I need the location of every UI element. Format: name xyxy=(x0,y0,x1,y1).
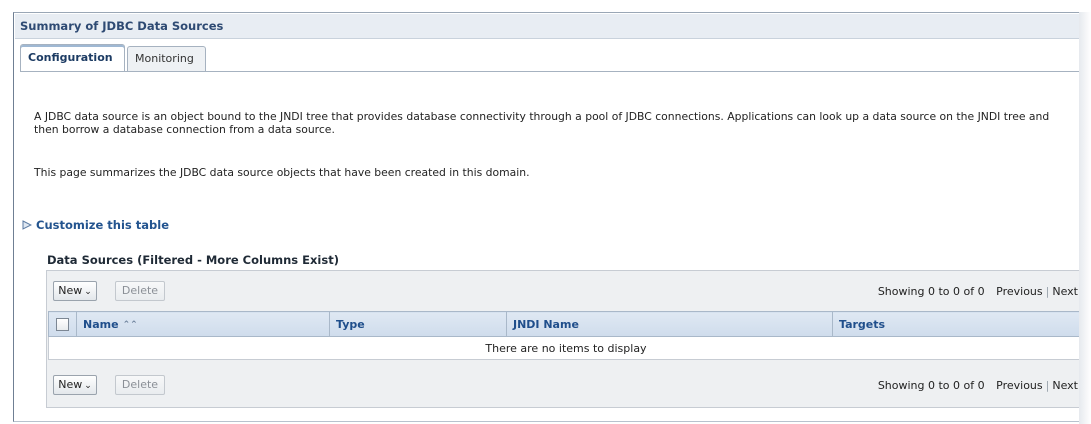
tab-monitoring[interactable]: Monitoring xyxy=(127,46,206,72)
chevron-down-icon: ⌄ xyxy=(84,287,92,297)
column-label-name: Name xyxy=(83,317,119,331)
new-button-top[interactable]: New ⌄ xyxy=(53,281,97,301)
panel-edge-shadow xyxy=(1079,12,1091,424)
table-title: Data Sources (Filtered - More Columns Ex… xyxy=(47,253,339,267)
customize-table-label: Customize this table xyxy=(36,218,169,232)
tab-divider xyxy=(20,71,1084,72)
column-header-jndi-name[interactable]: JNDI Name xyxy=(506,311,833,337)
pager-separator: | xyxy=(1045,285,1050,298)
tab-configuration[interactable]: Configuration xyxy=(20,44,125,72)
sort-ascending-icon: ⌃⌃ xyxy=(122,319,138,330)
data-sources-table-container: New ⌄ Delete Showing 0 to 0 of 0 Previous… xyxy=(46,270,1086,408)
panel-title: Summary of JDBC Data Sources xyxy=(20,19,224,33)
new-button-bottom[interactable]: New ⌄ xyxy=(53,375,97,395)
new-button-label: New xyxy=(58,284,83,297)
showing-count: Showing 0 to 0 of 0 xyxy=(877,379,985,392)
select-all-cell xyxy=(48,311,77,337)
column-header-targets[interactable]: Targets xyxy=(832,311,1084,337)
data-sources-table: Name ⌃⌃ Type JNDI Name Targets There are … xyxy=(48,311,1084,360)
showing-count: Showing 0 to 0 of 0 xyxy=(877,285,985,298)
delete-button-top[interactable]: Delete xyxy=(115,281,165,301)
expand-triangle-icon xyxy=(22,220,32,230)
pager-separator: | xyxy=(1045,379,1050,392)
next-link[interactable]: Next xyxy=(1052,379,1078,392)
customize-table-link[interactable]: Customize this table xyxy=(22,218,169,232)
pagination-top: Showing 0 to 0 of 0 Previous | Next xyxy=(878,285,1078,298)
delete-button-bottom[interactable]: Delete xyxy=(115,375,165,395)
column-header-type[interactable]: Type xyxy=(329,311,507,337)
summary-paragraph: This page summarizes the JDBC data sourc… xyxy=(34,166,530,179)
next-link[interactable]: Next xyxy=(1052,285,1078,298)
pagination-bottom: Showing 0 to 0 of 0 Previous | Next xyxy=(878,379,1078,392)
previous-link[interactable]: Previous xyxy=(996,285,1043,298)
table-header-row: Name ⌃⌃ Type JNDI Name Targets xyxy=(48,311,1084,337)
empty-message: There are no items to display xyxy=(48,336,1084,360)
previous-link[interactable]: Previous xyxy=(996,379,1043,392)
new-button-label: New xyxy=(58,378,83,391)
column-header-name[interactable]: Name ⌃⌃ xyxy=(76,311,330,337)
description-paragraph: A JDBC data source is an object bound to… xyxy=(34,110,1050,136)
table-row: There are no items to display xyxy=(48,336,1084,360)
chevron-down-icon: ⌄ xyxy=(84,381,92,391)
panel-titlebar: Summary of JDBC Data Sources xyxy=(15,14,1085,39)
summary-panel: Summary of JDBC Data Sources Configurati… xyxy=(13,12,1089,422)
select-all-checkbox[interactable] xyxy=(56,317,69,331)
